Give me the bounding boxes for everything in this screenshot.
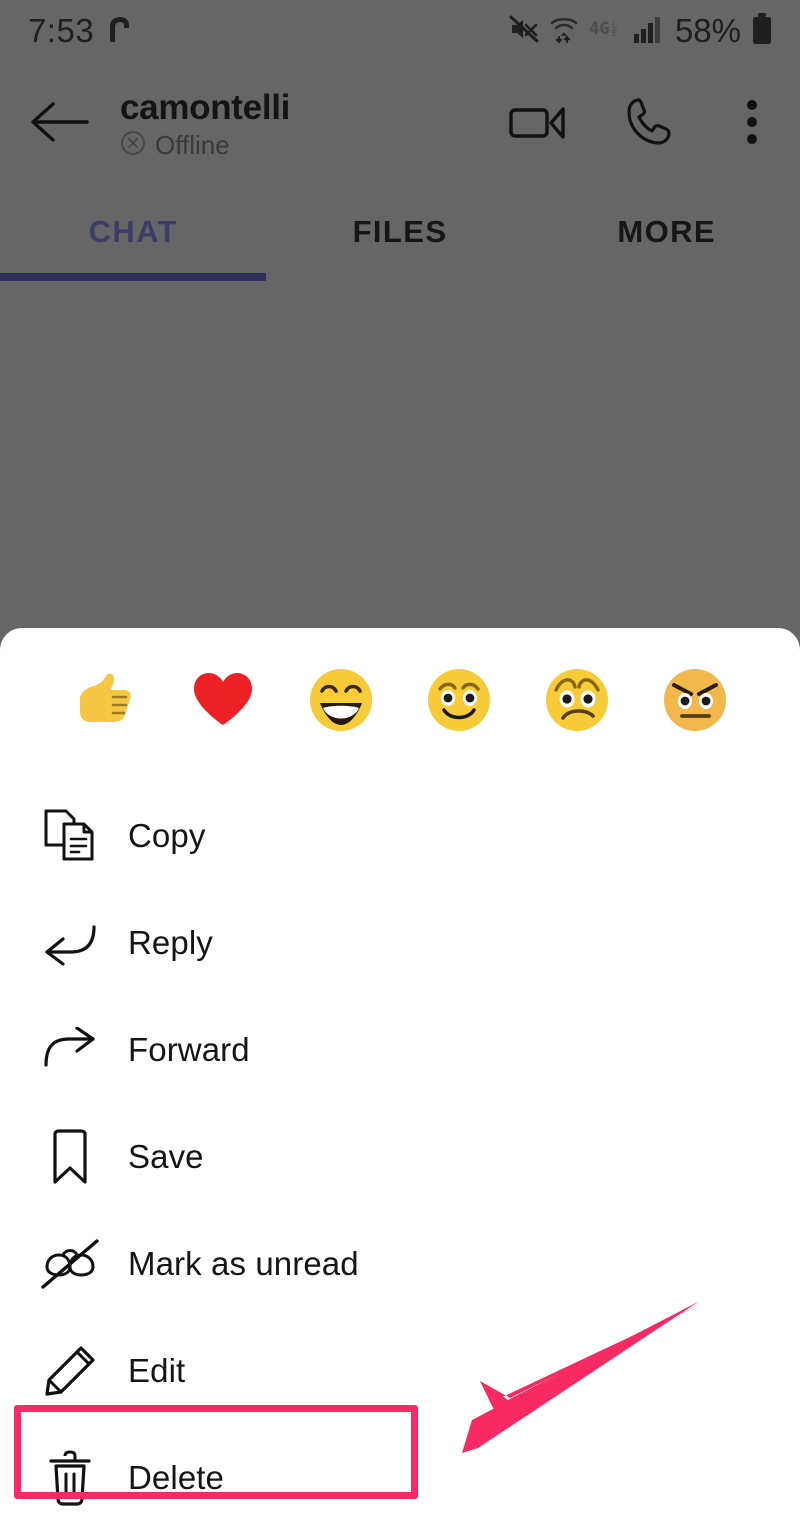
status-bar: 7:53 4G L E 58%: [0, 0, 800, 62]
thumbs-up-emoji: [68, 663, 142, 742]
message-action-sheet: Copy Reply Forward Save Mark as unread E…: [0, 628, 800, 1521]
kebab-menu-icon: [746, 99, 758, 150]
menu-label-reply: Reply: [128, 923, 213, 961]
video-camera-icon: [507, 100, 571, 149]
contact-name: camontelli: [120, 88, 291, 127]
presence-label: Offline: [155, 130, 230, 160]
wifi-icon: [550, 13, 578, 50]
menu-label-forward: Forward: [128, 1030, 250, 1068]
header-title-block[interactable]: camontelli Offline: [120, 88, 290, 161]
battery-percent-label: 58%: [674, 12, 741, 49]
offline-circle-x-icon: [120, 130, 146, 161]
status-clock: 7:53: [28, 12, 95, 49]
menu-item-reply[interactable]: Reply: [0, 889, 800, 996]
presence-row: Offline: [120, 130, 290, 161]
back-arrow-icon: [29, 100, 91, 149]
laughing-face-emoji: [304, 663, 378, 742]
voice-call-button[interactable]: [594, 95, 704, 154]
menu-item-edit[interactable]: Edit: [0, 1317, 800, 1424]
menu-label-edit: Edit: [128, 1351, 186, 1389]
reaction-smile[interactable]: [400, 663, 518, 742]
smiling-face-emoji: [422, 663, 496, 742]
trash-icon: [32, 1449, 108, 1507]
tab-files[interactable]: FILES: [267, 192, 534, 283]
reaction-laugh[interactable]: [282, 663, 400, 742]
svg-text:4G: 4G: [589, 19, 609, 39]
reaction-thumbs-up[interactable]: [46, 663, 164, 742]
menu-item-copy[interactable]: Copy: [0, 782, 800, 889]
action-menu-list: Copy Reply Forward Save Mark as unread E…: [0, 776, 800, 1521]
svg-text:E: E: [612, 29, 617, 39]
reply-arrow-icon: [32, 920, 108, 966]
lte-icon: 4G L E: [589, 17, 623, 46]
header-actions: [484, 95, 800, 154]
phone-icon: [623, 95, 675, 154]
video-call-button[interactable]: [484, 100, 594, 149]
menu-label-save: Save: [128, 1137, 204, 1175]
app-notification-icon: [106, 14, 132, 49]
angry-face-emoji: [658, 663, 732, 742]
phone-screen: 7:53 4G L E 58% camontelli Offline CHAT …: [0, 0, 800, 1521]
menu-label-delete: Delete: [128, 1458, 224, 1496]
reaction-picker-row: [0, 628, 800, 776]
chat-header: camontelli Offline: [0, 62, 800, 187]
tab-more[interactable]: MORE: [533, 192, 800, 283]
menu-item-forward[interactable]: Forward: [0, 996, 800, 1103]
sad-face-emoji: [540, 663, 614, 742]
menu-item-save[interactable]: Save: [0, 1103, 800, 1210]
menu-item-delete[interactable]: Delete: [0, 1424, 800, 1521]
battery-icon: [752, 12, 772, 50]
back-button[interactable]: [0, 100, 120, 149]
tab-chat[interactable]: CHAT: [0, 192, 267, 283]
menu-item-mark-as-unread[interactable]: Mark as unread: [0, 1210, 800, 1317]
tab-bar: CHAT FILES MORE: [0, 192, 800, 283]
forward-arrow-icon: [32, 1026, 108, 1073]
overflow-menu-button[interactable]: [704, 99, 800, 150]
menu-label-copy: Copy: [128, 816, 206, 854]
mute-icon: [509, 14, 539, 49]
pencil-icon: [32, 1344, 108, 1398]
heart-emoji: [186, 663, 260, 742]
status-bar-left: 7:53: [28, 12, 132, 50]
signal-bars-icon: [633, 15, 664, 48]
bookmark-icon: [32, 1128, 108, 1186]
menu-label-mark-as-unread: Mark as unread: [128, 1244, 359, 1282]
copy-icon: [32, 807, 108, 865]
active-tab-indicator: [0, 273, 266, 281]
reaction-heart[interactable]: [164, 663, 282, 742]
status-bar-right: 4G L E 58%: [509, 12, 772, 50]
reaction-sad[interactable]: [518, 663, 636, 742]
reaction-angry[interactable]: [636, 663, 754, 742]
eye-slash-icon: [32, 1237, 108, 1291]
